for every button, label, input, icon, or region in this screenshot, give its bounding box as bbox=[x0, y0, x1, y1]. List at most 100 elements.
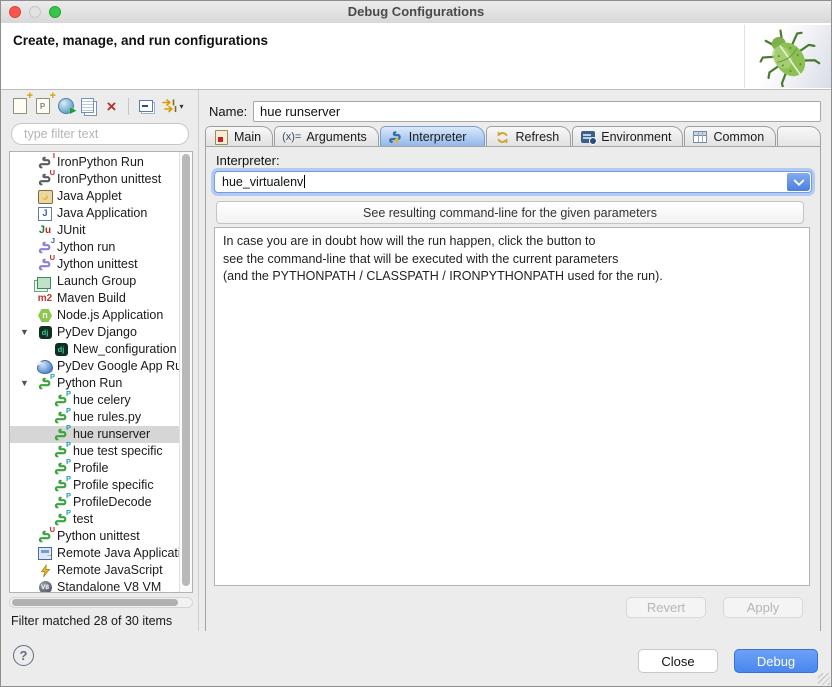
tab-refresh[interactable]: Refresh bbox=[486, 126, 571, 147]
tree-item[interactable]: PProfileDecode bbox=[10, 494, 192, 511]
tab-filler bbox=[777, 126, 821, 147]
interpreter-combo[interactable]: hue_virtualenv bbox=[214, 171, 812, 193]
tree-vertical-scrollbar[interactable] bbox=[179, 152, 192, 592]
remote-java-icon bbox=[37, 546, 53, 561]
tab-arguments[interactable]: (x)= Arguments bbox=[274, 126, 379, 147]
remote-javascript-icon bbox=[37, 563, 53, 578]
help-button[interactable]: ? bbox=[13, 645, 34, 666]
tree-item[interactable]: JJava Application bbox=[10, 205, 192, 222]
common-tab-icon bbox=[692, 130, 708, 145]
tree-item[interactable]: Remote Java Application bbox=[10, 545, 192, 562]
resize-grip[interactable] bbox=[818, 673, 830, 685]
maven-build-icon: m2 bbox=[37, 291, 53, 306]
refresh-icon bbox=[494, 130, 510, 145]
launch-group-icon bbox=[37, 274, 53, 289]
tree-item[interactable]: Phue test specific bbox=[10, 443, 192, 460]
new-configuration-icon bbox=[13, 98, 27, 114]
revert-button[interactable]: Revert bbox=[626, 597, 706, 618]
tree-item[interactable]: JuJUnit bbox=[10, 222, 192, 239]
scrollbar-thumb[interactable] bbox=[12, 599, 178, 606]
tree-item[interactable]: nNode.js Application bbox=[10, 307, 192, 324]
interpreter-tab-content: Interpreter: hue_virtualenv See resultin… bbox=[205, 146, 821, 633]
configuration-detail-panel: Name: Main (x)= Arguments bbox=[201, 90, 823, 632]
tree-item[interactable]: PPython Run bbox=[10, 375, 192, 392]
collapse-all-icon bbox=[139, 100, 153, 112]
debug-button[interactable]: Debug bbox=[734, 649, 818, 673]
new-prototype-button[interactable]: P + bbox=[32, 96, 53, 117]
filter-configurations-icon bbox=[162, 98, 178, 114]
interpreter-value: hue_virtualenv bbox=[222, 175, 305, 189]
tree-item[interactable]: JJython run bbox=[10, 239, 192, 256]
button-bar: ? Close Debug bbox=[1, 631, 831, 686]
close-button[interactable]: Close bbox=[638, 649, 718, 673]
tree-item[interactable]: djPyDev Django bbox=[10, 324, 192, 341]
tree-item[interactable]: m2Maven Build bbox=[10, 290, 192, 307]
filter-status: Filter matched 28 of 30 items bbox=[11, 614, 172, 628]
tab-main[interactable]: Main bbox=[205, 126, 273, 147]
filter-configurations-button[interactable]: ▾ bbox=[158, 96, 188, 117]
title-bar: Debug Configurations bbox=[1, 1, 831, 24]
window-title: Debug Configurations bbox=[1, 4, 831, 19]
collapse-all-button[interactable] bbox=[135, 96, 156, 117]
new-prototype-icon: P bbox=[36, 98, 50, 114]
delete-configuration-button[interactable]: × bbox=[101, 96, 122, 117]
main-area: + P + ▶ × bbox=[1, 90, 831, 633]
jython-unittest-icon: U bbox=[37, 257, 53, 272]
apply-button[interactable]: Apply bbox=[723, 597, 803, 618]
python-unittest-icon: U bbox=[37, 529, 53, 544]
scrollbar-thumb[interactable] bbox=[182, 154, 190, 586]
tree-item[interactable]: UIronPython unittest bbox=[10, 171, 192, 188]
delete-icon: × bbox=[107, 98, 117, 115]
page-title: Create, manage, and run configurations bbox=[13, 33, 268, 48]
command-line-info-text: In case you are in doubt how will the ru… bbox=[214, 227, 810, 586]
configurations-panel: + P + ▶ × bbox=[9, 90, 193, 632]
bug-icon bbox=[755, 27, 821, 87]
tree-item[interactable]: PyDev Google App Run bbox=[10, 358, 192, 375]
tree-item[interactable]: IIronPython Run bbox=[10, 154, 192, 171]
v8-vm-icon: V8 bbox=[37, 580, 53, 593]
tree-item[interactable]: Launch Group bbox=[10, 273, 192, 290]
tree-item[interactable]: UJython unittest bbox=[10, 256, 192, 273]
tree-item[interactable]: djNew_configuration bbox=[10, 341, 192, 358]
expander-icon[interactable] bbox=[20, 375, 37, 392]
tab-environment[interactable]: Environment bbox=[572, 126, 683, 147]
tree-item[interactable]: PProfile specific bbox=[10, 477, 192, 494]
filter-field-wrap bbox=[11, 123, 189, 145]
django-icon: dj bbox=[53, 342, 69, 357]
tree-item[interactable]: UPython unittest bbox=[10, 528, 192, 545]
tree-item[interactable]: V8Standalone V8 VM bbox=[10, 579, 192, 593]
tab-bar: Main (x)= Arguments Interpreter bbox=[205, 125, 821, 147]
tree-item[interactable]: Java Applet bbox=[10, 188, 192, 205]
ironpython-unittest-icon: U bbox=[37, 172, 53, 187]
combo-dropdown-button[interactable] bbox=[787, 173, 810, 191]
tree-item[interactable]: Remote JavaScript bbox=[10, 562, 192, 579]
new-configuration-button[interactable]: + bbox=[9, 96, 30, 117]
tree-item[interactable]: Phue rules.py bbox=[10, 409, 192, 426]
tree-horizontal-scrollbar[interactable] bbox=[9, 597, 193, 608]
export-configurations-button[interactable]: ▶ bbox=[55, 96, 76, 117]
expander-icon[interactable] bbox=[20, 324, 37, 341]
java-application-icon: J bbox=[37, 206, 53, 221]
tree-item[interactable]: Ptest bbox=[10, 511, 192, 528]
tab-common[interactable]: Common bbox=[684, 126, 776, 147]
python-run-icon: P bbox=[53, 512, 69, 527]
debug-banner bbox=[744, 25, 831, 88]
tab-interpreter[interactable]: Interpreter bbox=[380, 126, 486, 147]
name-input[interactable] bbox=[253, 101, 821, 122]
environment-tab-icon bbox=[580, 130, 596, 145]
main-tab-icon bbox=[213, 130, 229, 145]
panel-sash[interactable] bbox=[198, 90, 199, 632]
question-mark-icon: ? bbox=[20, 648, 28, 663]
tree-item[interactable]: PProfile bbox=[10, 460, 192, 477]
configurations-toolbar: + P + ▶ × bbox=[9, 94, 188, 118]
python-icon bbox=[388, 130, 404, 145]
nodejs-icon: n bbox=[37, 308, 53, 323]
filter-input[interactable] bbox=[11, 123, 189, 145]
duplicate-configuration-button[interactable] bbox=[78, 96, 99, 117]
see-command-line-button[interactable]: See resulting command-line for the given… bbox=[216, 201, 804, 224]
debug-configurations-dialog: Debug Configurations Create, manage, and… bbox=[0, 0, 832, 687]
tree-item[interactable]: Phue celery bbox=[10, 392, 192, 409]
dialog-header: Create, manage, and run configurations bbox=[1, 23, 831, 90]
tree-item-selected[interactable]: Phue runserver bbox=[10, 426, 192, 443]
django-icon: dj bbox=[37, 325, 53, 340]
